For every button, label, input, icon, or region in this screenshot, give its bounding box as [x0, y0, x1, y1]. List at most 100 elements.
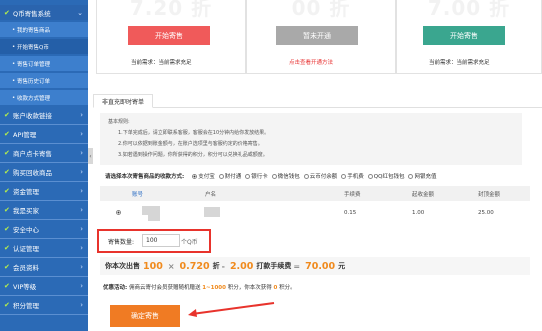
- sidebar-item-orders[interactable]: • 寄售订单管理: [0, 56, 88, 71]
- divider: [0, 200, 88, 201]
- sidebar-group-label: 认证管理: [13, 245, 39, 253]
- chevron-right-icon: ›: [80, 149, 83, 157]
- calc-minus: -: [221, 261, 225, 271]
- divider: [0, 276, 88, 277]
- promo-text: 积分。: [279, 285, 296, 291]
- divider: [0, 314, 88, 315]
- min-amount-cell: 1.00: [412, 210, 425, 216]
- check-icon: ✔: [4, 187, 10, 195]
- promo-line: 优惠活动: 佣商云寄付会员获赠随机赠送 1~1000 积分，你本次获得 0 积分…: [103, 283, 296, 291]
- sidebar-group-label: 积分管理: [13, 302, 39, 310]
- quantity-label: 寄售数量:: [108, 239, 135, 246]
- radio-qq[interactable]: [367, 173, 373, 179]
- sidebar-group-profile[interactable]: ✔ 会员资料 ›: [0, 259, 88, 275]
- fee-cell: 0.15: [344, 210, 357, 216]
- sidebar-group-verify[interactable]: ✔ 认证管理 ›: [0, 240, 88, 256]
- sidebar-group-label: 账户收款链接: [13, 112, 52, 120]
- not-open-button[interactable]: 暂未开通: [276, 26, 358, 45]
- chevron-right-icon: ›: [80, 225, 83, 233]
- check-icon: ✔: [4, 130, 10, 138]
- radio-bank[interactable]: [245, 173, 251, 179]
- radio-ebank[interactable]: [408, 173, 414, 179]
- radio-balance[interactable]: [303, 173, 309, 179]
- column-header: 户名: [205, 192, 217, 198]
- column-header: 起收金额: [412, 192, 435, 198]
- column-header: 封顶金额: [478, 192, 501, 198]
- sidebar-item-history[interactable]: • 寄售历史订单: [0, 73, 88, 88]
- column-header: 账号: [132, 192, 144, 198]
- sidebar-item-label: 寄售订单管理: [17, 61, 51, 68]
- chevron-right-icon: ›: [80, 263, 83, 271]
- radio-wechat[interactable]: [271, 173, 277, 179]
- chevron-right-icon: ›: [80, 168, 83, 176]
- check-icon: ✔: [4, 149, 10, 157]
- sidebar-item-label: 收款方式管理: [17, 95, 51, 102]
- sidebar-group-label: VIP等级: [13, 283, 37, 291]
- calc-quantity: 100: [143, 260, 163, 272]
- sidebar-group-security[interactable]: ✔ 安全中心 ›: [0, 221, 88, 237]
- table-row[interactable]: 0.15 1.00 25.00: [100, 203, 530, 223]
- chevron-down-icon: ⌄: [77, 8, 83, 17]
- sidebar-group-api[interactable]: ✔ API管理 ›: [0, 126, 88, 142]
- divider: [0, 257, 88, 258]
- confirm-sale-button[interactable]: 确定寄售: [110, 305, 180, 327]
- sidebar-group-points[interactable]: ✔ 积分管理 ›: [0, 297, 88, 313]
- start-sale-button[interactable]: 开始寄售: [128, 26, 210, 45]
- calc-total-unit: 元: [338, 262, 346, 270]
- chevron-right-icon: ›: [80, 282, 83, 290]
- radio-phone[interactable]: [341, 173, 347, 179]
- check-icon: ✔: [4, 111, 10, 119]
- sidebar-collapse-toggle[interactable]: ‹: [88, 148, 93, 164]
- sidebar-group-card-sale[interactable]: ✔ 商户点卡寄售 ›: [0, 145, 88, 161]
- price-card-2: 00 折 暂未开通 点击查看开通方法: [246, 0, 396, 74]
- sidebar-group-label: 会员资料: [13, 264, 39, 272]
- radio-label: 支付宝: [198, 174, 215, 180]
- check-icon: ✔: [4, 206, 10, 214]
- radio-alipay[interactable]: [192, 173, 198, 179]
- row-select-radio[interactable]: [116, 210, 121, 215]
- chevron-right-icon: ›: [80, 130, 83, 138]
- sidebar-group-label: 安全中心: [13, 226, 39, 234]
- sidebar-group-qcoin[interactable]: ✔ Q币寄售系统 ⌄: [0, 5, 88, 20]
- sidebar-item-label: 开始寄售Q币: [17, 44, 49, 51]
- instruction-line: 1.下单完成后，请立即联系客服，客服会在10分钟内给你发放结果。: [118, 130, 270, 136]
- check-icon: ✔: [4, 263, 10, 271]
- payment-mode-selector: 请选择本次寄售商品的收款方式: 支付宝 财付通 银行卡 微信钱包 云币付余额 手…: [105, 172, 436, 180]
- quantity-unit: 个Q币: [181, 239, 198, 246]
- radio-tenpay[interactable]: [218, 173, 224, 179]
- radio-label: 财付通: [224, 174, 242, 180]
- sidebar-group-buyer[interactable]: ✔ 我是买家 ›: [0, 202, 88, 218]
- check-icon: ✔: [4, 301, 10, 309]
- promo-text: 佣商云寄付会员获赠随机赠送: [128, 285, 201, 291]
- sidebar-group-funds[interactable]: ✔ 资金管理 ›: [0, 183, 88, 199]
- divider: [0, 238, 88, 239]
- max-amount-cell: 25.00: [478, 210, 494, 216]
- chevron-right-icon: ›: [80, 244, 83, 252]
- start-sale-button[interactable]: 开始寄售: [423, 26, 505, 45]
- sidebar-group-pay-link[interactable]: ✔ 账户收款链接 ›: [0, 107, 88, 123]
- tab-instant-sale[interactable]: 非直充即时寄单: [93, 94, 153, 108]
- sidebar-group-label: 购买回收商品: [13, 169, 52, 177]
- calc-fee-label: 打款手续费: [256, 262, 292, 270]
- calc-rate: 0.720: [179, 260, 210, 272]
- sidebar-item-start-sale[interactable]: • 开始寄售Q币: [0, 39, 88, 54]
- divider: [0, 295, 88, 296]
- calc-rate-unit: 折: [212, 262, 220, 270]
- sidebar-item-payment[interactable]: • 收款方式管理: [0, 90, 88, 105]
- check-icon: ✔: [4, 244, 10, 252]
- sidebar-group-vip[interactable]: ✔ VIP等级 ›: [0, 278, 88, 294]
- annotation-arrow-icon: [188, 302, 275, 317]
- sidebar-item-label: 寄售历史订单: [17, 78, 51, 85]
- masked-account: [142, 206, 160, 215]
- sidebar-group-label: 资金管理: [13, 188, 39, 196]
- instructions-title: 基本规则:: [108, 119, 130, 125]
- demand-note: 当前需求：当前需求充足: [131, 60, 192, 66]
- tab-underline: [93, 107, 542, 108]
- open-method-link[interactable]: 点击查看开通方法: [289, 58, 333, 66]
- check-icon: ✔: [4, 168, 10, 176]
- sidebar-group-buy[interactable]: ✔ 购买回收商品 ›: [0, 164, 88, 180]
- price-value: 7.20 折: [129, 0, 213, 20]
- check-icon: ✔: [4, 8, 10, 17]
- sidebar-item-my-goods[interactable]: • 我的寄售商品: [0, 22, 88, 37]
- quantity-input[interactable]: 100: [142, 234, 180, 247]
